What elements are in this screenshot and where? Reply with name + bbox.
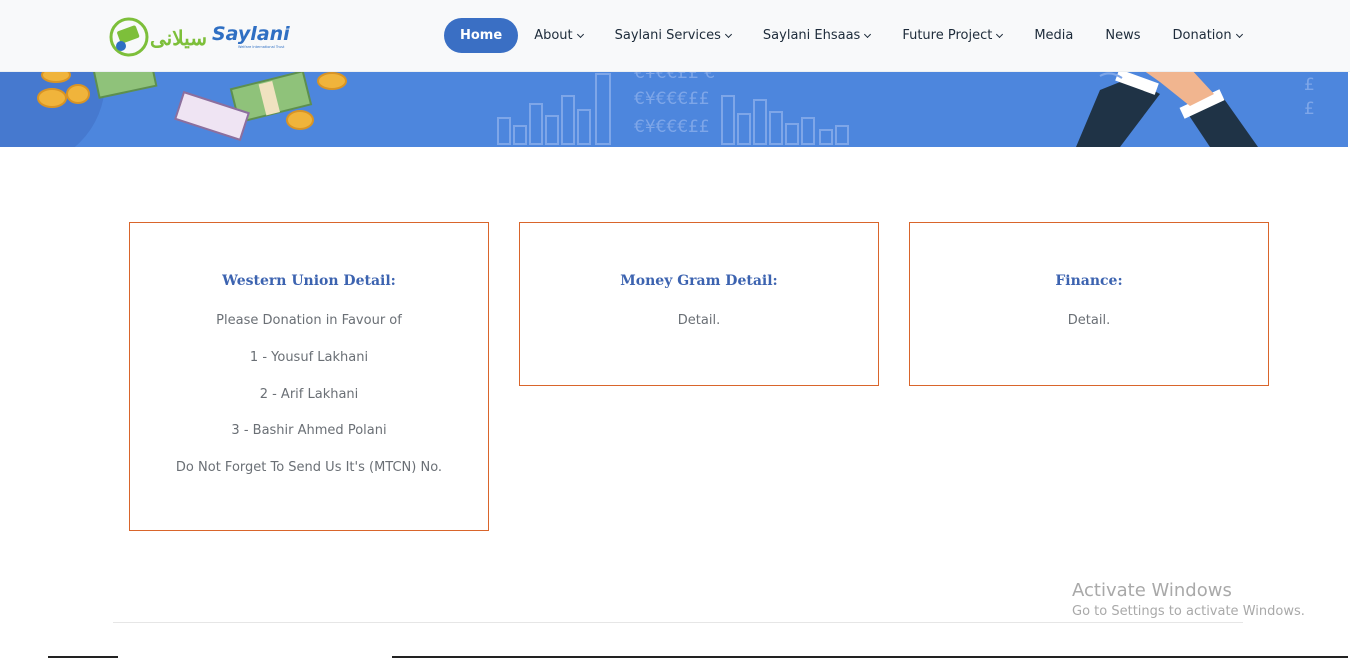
money-gram-card: Money Gram Detail: Detail.: [519, 222, 879, 386]
nav-future-project-label: Future Project: [902, 28, 993, 43]
currency-text-row-2: €¥€€€££: [634, 89, 710, 109]
cash-stack-icon: [92, 72, 313, 142]
chevron-down-icon: [576, 30, 584, 38]
svg-text:سیلانی: سیلانی: [150, 26, 207, 50]
card-text-line: 1 - Yousuf Lakhani: [249, 350, 369, 365]
nav-about[interactable]: About: [518, 18, 598, 53]
chevron-down-icon: [996, 30, 1004, 38]
nav-media[interactable]: Media: [1018, 18, 1089, 53]
card-text-line: Detail.: [1067, 313, 1111, 328]
nav-home[interactable]: Home: [444, 18, 519, 53]
nav-saylani-ehsaas-label: Saylani Ehsaas: [762, 28, 861, 43]
donation-banner: €¥€€££ € €¥€€€££ €¥€€€££ £ £: [0, 72, 1348, 147]
western-union-card: Western Union Detail: Please Donation in…: [129, 222, 489, 531]
nav-saylani-services-label: Saylani Services: [614, 28, 721, 43]
nav-home-label: Home: [460, 28, 503, 43]
handshake-illustration: [1076, 72, 1258, 147]
nav-news[interactable]: News: [1089, 18, 1156, 53]
nav-saylani-services[interactable]: Saylani Services: [599, 18, 747, 53]
card-text-line: Do Not Forget To Send Us It's (MTCN) No.: [175, 460, 443, 475]
card-text-line: Detail.: [677, 313, 721, 328]
banner-illustration: €¥€€££ € €¥€€€££ €¥€€€££ £ £: [0, 72, 1315, 147]
watermark-subtitle: Go to Settings to activate Windows.: [1072, 604, 1305, 619]
card-text-line: Please Donation in Favour of: [216, 313, 402, 328]
card-text-line: 3 - Bashir Ahmed Polani: [231, 423, 387, 438]
svg-text:Saylani: Saylani: [212, 23, 290, 45]
main-navigation: Home About Saylani Services Saylani Ehsa…: [444, 18, 1258, 53]
card-title: Western Union Detail:: [222, 273, 396, 289]
nav-about-label: About: [534, 28, 573, 43]
finance-card: Finance: Detail.: [909, 222, 1269, 386]
card-title: Money Gram Detail:: [620, 273, 778, 289]
svg-text:Welfare International Trust: Welfare International Trust: [238, 45, 285, 49]
nav-news-label: News: [1105, 28, 1141, 43]
currency-text-row-3: €¥€€€££: [634, 117, 710, 137]
nav-saylani-ehsaas[interactable]: Saylani Ehsaas: [747, 18, 886, 53]
pound-sign-1: £: [1304, 75, 1315, 95]
chevron-down-icon: [724, 30, 732, 38]
saylani-logo[interactable]: سیلانی Saylani Welfare International Tru…: [108, 14, 290, 60]
card-title: Finance:: [1055, 273, 1123, 289]
nav-donation[interactable]: Donation: [1157, 18, 1258, 53]
nav-future-project[interactable]: Future Project: [886, 18, 1018, 53]
site-header: سیلانی Saylani Welfare International Tru…: [0, 0, 1350, 72]
section-divider: [113, 622, 1243, 623]
pound-sign-2: £: [1304, 99, 1315, 119]
card-text-line: 2 - Arif Lakhani: [259, 387, 359, 402]
activate-windows-watermark: Activate Windows Go to Settings to activ…: [1072, 580, 1305, 619]
nav-media-label: Media: [1034, 28, 1074, 43]
chevron-down-icon: [1235, 30, 1243, 38]
currency-text-row-1: €¥€€££ €: [634, 72, 715, 83]
nav-donation-label: Donation: [1172, 28, 1232, 43]
watermark-title: Activate Windows: [1072, 580, 1232, 601]
chevron-down-icon: [864, 30, 872, 38]
